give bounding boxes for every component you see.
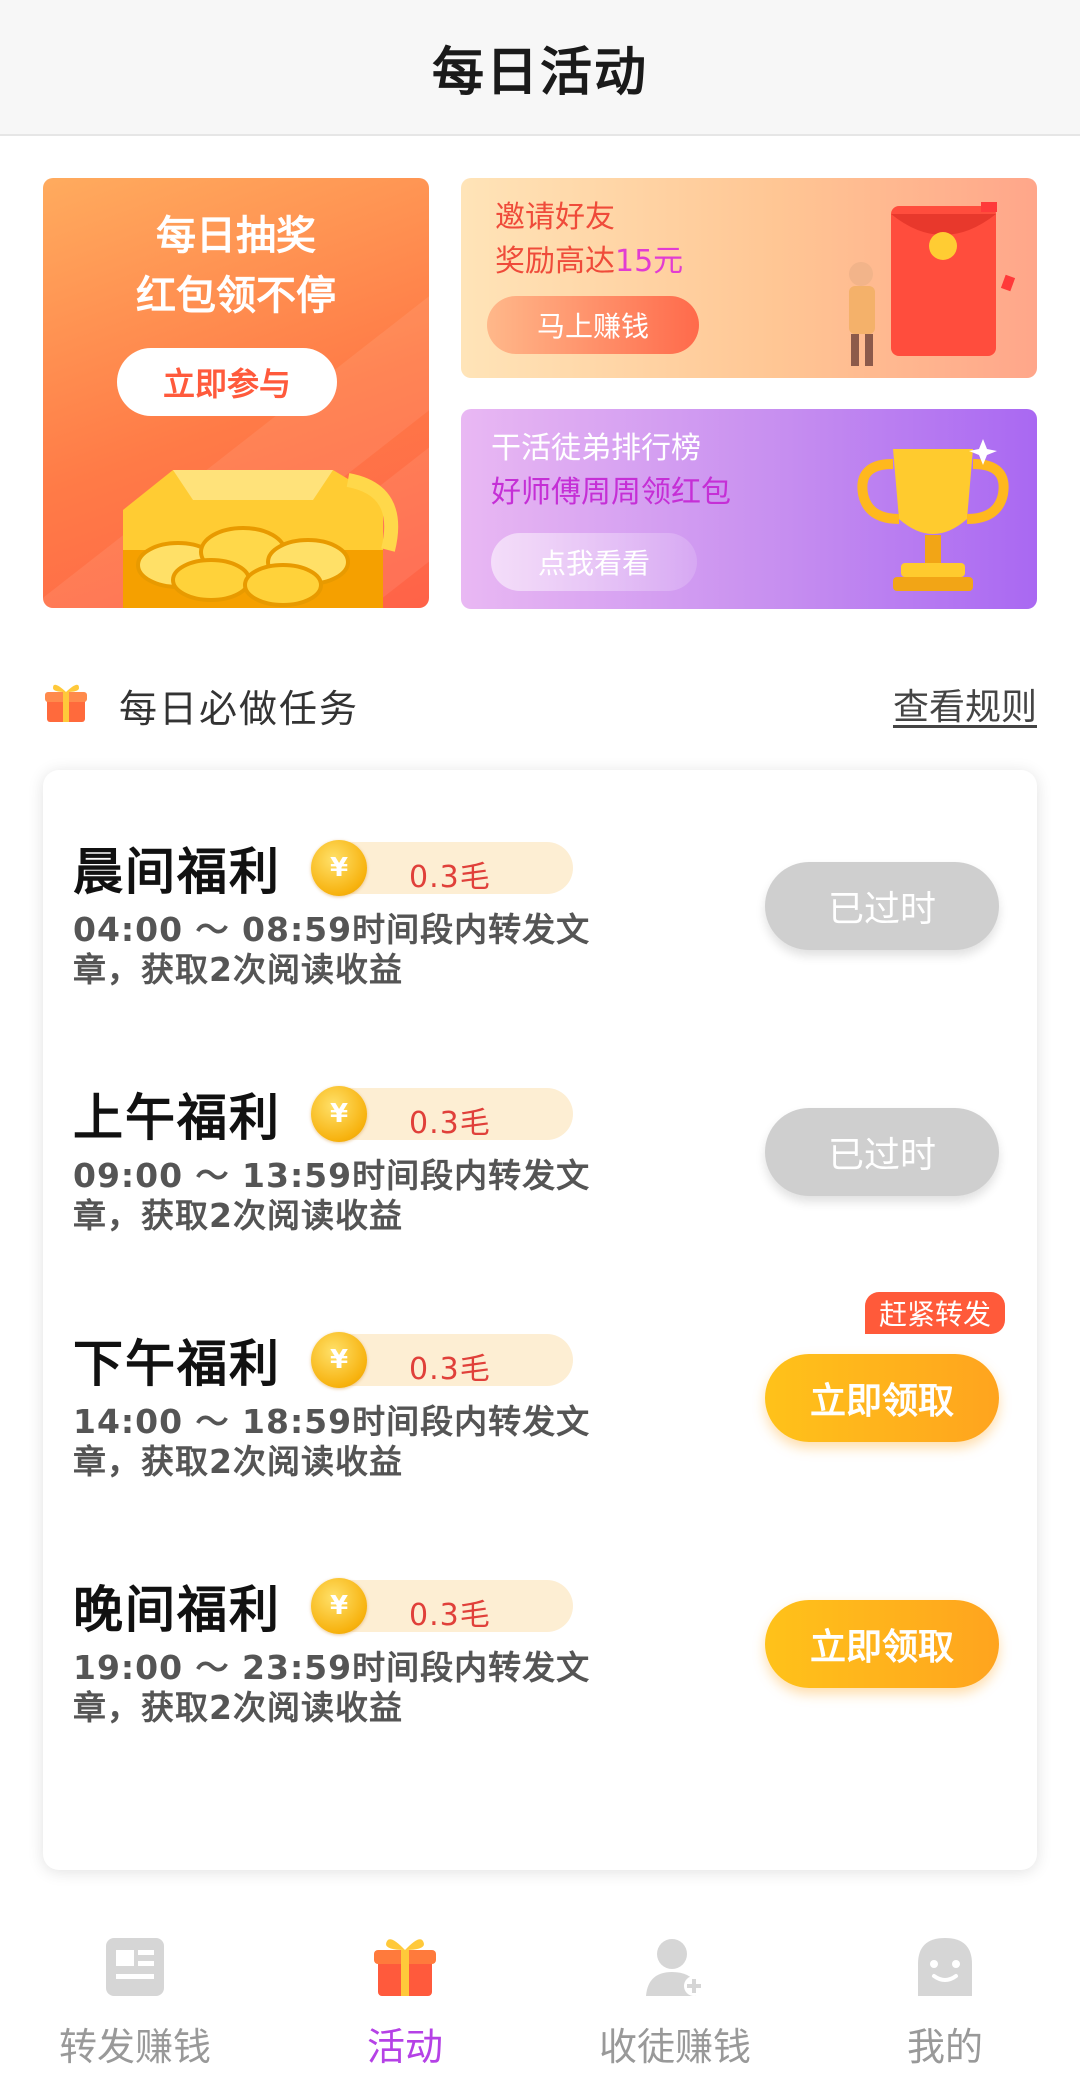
nav-item-mine[interactable]: 我的 [810,1900,1080,2083]
invite-reward-amount: 15元 [615,244,684,279]
view-ranking-button[interactable]: 点我看看 [491,533,697,591]
trophy-icon [857,439,1009,591]
expired-button[interactable]: 已过时 [765,1108,999,1196]
nav-item-activity[interactable]: 活动 [270,1900,540,2083]
task-title: 下午福利 [73,1335,281,1393]
nav-label: 我的 [906,2025,983,2069]
task-title: 上午福利 [73,1089,281,1147]
nav-item-recruit[interactable]: 收徒赚钱 [540,1900,810,2083]
coin-icon: ¥ [311,1332,367,1388]
newspaper-icon [106,1938,164,1996]
task-description: 19:00 ～ 23:59时间段内转发文章，获取2次阅读收益 [73,1648,591,1727]
red-envelope-icon [849,202,1016,366]
gift-icon [45,684,87,722]
earn-now-button[interactable]: 马上赚钱 [487,296,699,354]
task-forenoon: 上午福利 ¥ 0.3毛 09:00 ～ 13:59时间段内转发文章，获取2次阅读… [43,1078,1037,1278]
section-title: 每日必做任务 [119,687,360,731]
gift-icon [374,1939,436,1996]
treasure-chest-icon [123,470,399,608]
bottom-nav: 转发赚钱 活动 收徒赚钱 我的 [0,1900,1080,2083]
daily-tasks-header: 每日必做任务 查看规则 [43,670,1037,736]
top-bar: 每日活动 [0,0,1080,136]
task-title: 晚间福利 [73,1581,281,1639]
task-list-card: 晨间福利 ¥ 0.3毛 04:00 ～ 08:59时间段内转发文章，获取2次阅读… [43,770,1037,1870]
task-description: 04:00 ～ 08:59时间段内转发文章，获取2次阅读收益 [73,910,591,989]
reward-amount: 0.3毛 [409,1598,491,1633]
hurry-share-tag: 赶紧转发 [865,1292,1005,1334]
join-lottery-button[interactable]: 立即参与 [117,348,337,416]
reward-badge: ¥ 0.3毛 [311,1332,573,1388]
task-morning: 晨间福利 ¥ 0.3毛 04:00 ～ 08:59时间段内转发文章，获取2次阅读… [43,832,1037,1032]
lottery-title-line1: 每日抽奖 [156,213,316,259]
smile-face-icon [918,1938,972,1996]
view-rules-link[interactable]: 查看规则 [893,678,1037,730]
invite-banner[interactable]: 邀请好友 奖励高达15元 马上赚钱 [461,178,1037,378]
nav-item-share-earn[interactable]: 转发赚钱 [0,1900,270,2083]
nav-label: 收徒赚钱 [598,2025,751,2069]
task-description: 14:00 ～ 18:59时间段内转发文章，获取2次阅读收益 [73,1402,591,1481]
coin-icon: ¥ [311,1086,367,1142]
invite-subtitle-prefix: 奖励高达 [495,244,615,279]
reward-badge: ¥ 0.3毛 [311,1086,573,1142]
task-title: 晨间福利 [73,843,281,901]
expired-button[interactable]: 已过时 [765,862,999,950]
reward-amount: 0.3毛 [409,1352,491,1387]
coin-icon: ¥ [311,840,367,896]
reward-amount: 0.3毛 [409,1106,491,1141]
invite-title: 邀请好友 [495,200,615,235]
task-description: 09:00 ～ 13:59时间段内转发文章，获取2次阅读收益 [73,1156,591,1235]
reward-badge: ¥ 0.3毛 [311,840,573,896]
page-title: 每日活动 [431,42,648,103]
task-afternoon: 下午福利 ¥ 0.3毛 14:00 ～ 18:59时间段内转发文章，获取2次阅读… [43,1292,1037,1524]
lottery-banner[interactable]: 每日抽奖 红包领不停 立即参与 [43,178,429,608]
ranking-banner[interactable]: 干活徒弟排行榜 好师傅周周领红包 点我看看 [461,409,1037,609]
task-evening: 晚间福利 ¥ 0.3毛 19:00 ～ 23:59时间段内转发文章，获取2次阅读… [43,1570,1037,1770]
nav-label: 转发赚钱 [58,2025,211,2069]
claim-button[interactable]: 立即领取 [765,1600,999,1688]
lottery-title-line2: 红包领不停 [136,273,336,319]
reward-amount: 0.3毛 [409,860,491,895]
ranking-subtitle: 好师傅周周领红包 [491,475,731,510]
add-user-icon [646,1939,704,1996]
nav-label: 活动 [366,2025,443,2069]
ranking-title: 干活徒弟排行榜 [491,431,701,466]
invite-subtitle: 奖励高达15元 [495,236,683,280]
reward-badge: ¥ 0.3毛 [311,1578,573,1634]
claim-button[interactable]: 立即领取 [765,1354,999,1442]
coin-icon: ¥ [311,1578,367,1634]
